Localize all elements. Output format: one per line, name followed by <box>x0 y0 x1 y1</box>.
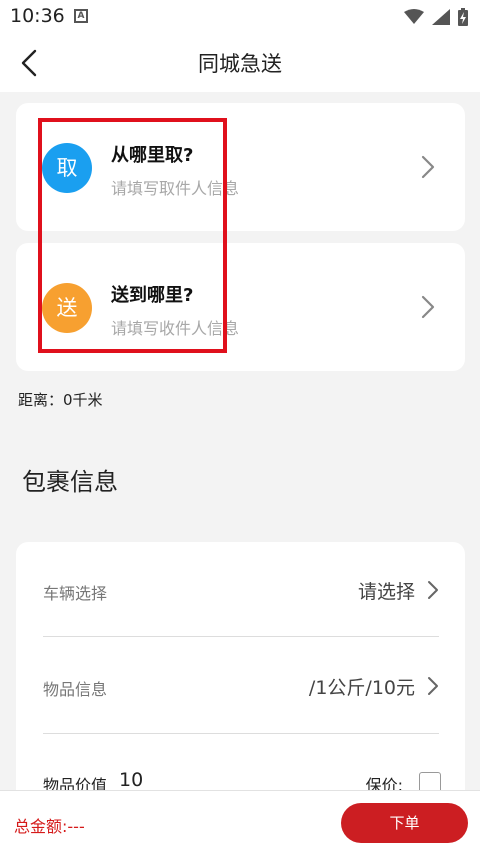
bottom-bar: 总金额:--- 下单 <box>0 790 480 853</box>
highlight-box <box>38 118 227 353</box>
vehicle-value: 请选择 <box>357 581 415 603</box>
divider <box>43 733 439 734</box>
distance-text: 距离：0千米 <box>18 391 103 409</box>
item-info-label: 物品信息 <box>43 680 108 699</box>
status-time: 10:36 <box>10 5 65 27</box>
section-title: 包裹信息 <box>22 468 118 496</box>
status-icons <box>404 8 468 26</box>
header: 同城急送 <box>0 34 480 92</box>
total-amount: 总金额:--- <box>14 817 85 836</box>
chevron-right-icon <box>428 581 438 599</box>
status-bar: 10:36 A <box>0 0 480 34</box>
item-info-value: /1公斤/10元 <box>308 677 415 699</box>
battery-icon <box>458 8 468 26</box>
vehicle-label: 车辆选择 <box>43 584 108 603</box>
wifi-icon <box>404 9 424 24</box>
chevron-right-icon <box>421 155 435 179</box>
notification-a-icon: A <box>74 9 88 23</box>
chevron-right-icon <box>421 295 435 319</box>
divider <box>43 636 439 637</box>
page-title: 同城急送 <box>198 52 282 76</box>
signal-icon <box>432 9 450 25</box>
place-order-button[interactable]: 下单 <box>341 803 468 843</box>
item-value-amount[interactable]: 10 <box>119 769 143 791</box>
parcel-panel: 车辆选择 请选择 物品信息 /1公斤/10元 物品价值 10 保价: <box>16 542 465 802</box>
chevron-right-icon <box>428 677 438 695</box>
